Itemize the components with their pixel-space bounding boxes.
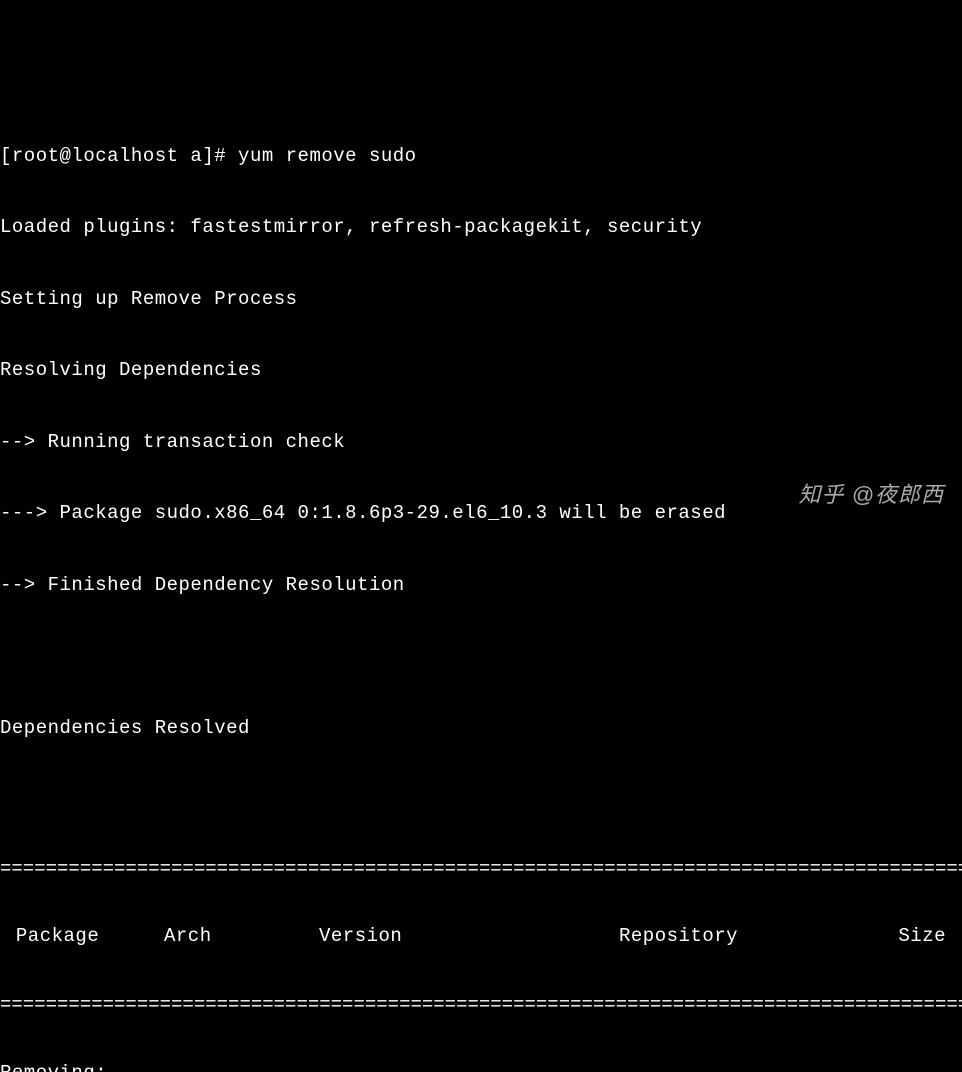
- command-input[interactable]: yum remove sudo: [238, 145, 417, 167]
- blank-line: [0, 788, 962, 812]
- watermark-text: 知乎 @夜郎西: [799, 481, 944, 509]
- output-line: Setting up Remove Process: [0, 288, 962, 312]
- col-size-header: Size: [879, 925, 958, 949]
- shell-prompt: [root@localhost a]#: [0, 145, 238, 167]
- terminal-output: [root@localhost a]# yum remove sudo Load…: [0, 95, 962, 1072]
- divider-line: ========================================…: [0, 860, 962, 878]
- col-version-header: Version: [319, 925, 619, 949]
- blank-line: [0, 645, 962, 669]
- output-line: --> Running transaction check: [0, 431, 962, 455]
- output-line: Dependencies Resolved: [0, 717, 962, 741]
- removing-label: Removing:: [0, 1062, 962, 1072]
- divider-line: ========================================…: [0, 996, 962, 1014]
- prompt-line[interactable]: [root@localhost a]# yum remove sudo: [0, 145, 962, 169]
- output-line: --> Finished Dependency Resolution: [0, 574, 962, 598]
- col-repo-header: Repository: [619, 925, 879, 949]
- col-package-header: Package: [4, 925, 164, 949]
- col-arch-header: Arch: [164, 925, 319, 949]
- output-line: Loaded plugins: fastestmirror, refresh-p…: [0, 216, 962, 240]
- output-line: Resolving Dependencies: [0, 359, 962, 383]
- table-header-row: Package Arch Version Repository Size: [0, 925, 962, 949]
